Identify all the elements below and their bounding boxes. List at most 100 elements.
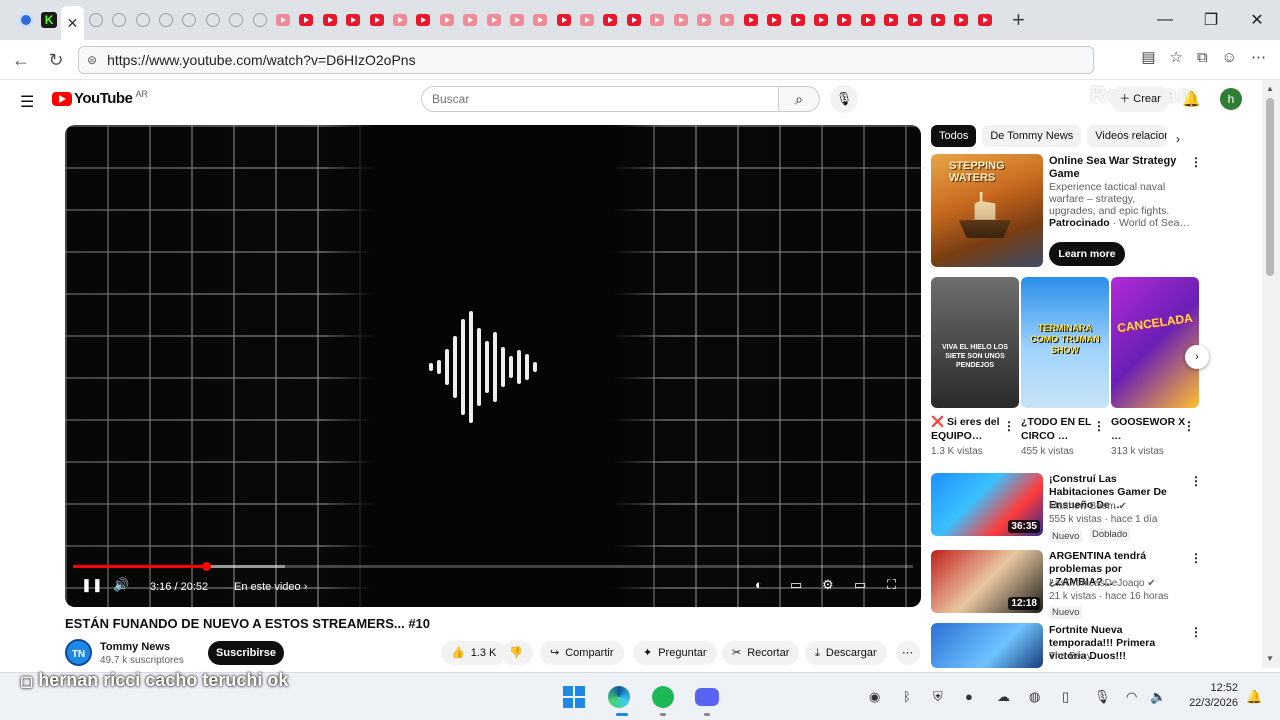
tab[interactable]	[716, 0, 739, 40]
ad-menu-icon[interactable]: ⋮	[1190, 155, 1202, 169]
video-channel[interactable]: LasCronicasDeJoaqo ✔	[1049, 578, 1156, 589]
edge-taskbar-button[interactable]	[605, 683, 633, 711]
reload-icon[interactable]: ↻	[45, 50, 67, 71]
discord-tray-icon[interactable]: ◍	[1029, 689, 1040, 705]
scroll-down-arrow-icon[interactable]: ▼	[1266, 654, 1274, 663]
tab[interactable]	[178, 0, 201, 40]
back-icon[interactable]: ←	[10, 50, 32, 71]
url-field[interactable]: ⊜ https://www.youtube.com/watch?v=D6HIzO…	[78, 46, 1094, 74]
system-clock[interactable]: 12:52 22/3/2026	[1180, 681, 1238, 711]
tab[interactable]	[108, 0, 131, 40]
tab[interactable]	[575, 0, 598, 40]
tab[interactable]	[950, 0, 973, 40]
channel-avatar[interactable]: TN	[65, 639, 92, 666]
video-thumbnail[interactable]: 36:35	[931, 473, 1043, 536]
video-menu-icon[interactable]: ⋮	[1190, 625, 1202, 639]
tab[interactable]	[388, 0, 411, 40]
fullscreen-icon[interactable]: ⛶	[887, 577, 896, 593]
tab[interactable]	[131, 0, 154, 40]
video-channel[interactable]: Matthew Beem ✔	[1049, 501, 1127, 512]
active-tab[interactable]: ✕	[60, 6, 85, 40]
short-title[interactable]: GOOSEWOR X …	[1111, 415, 1189, 443]
voice-search-button[interactable]: 🎙	[830, 85, 858, 113]
learn-more-button[interactable]: Learn more	[1049, 242, 1125, 266]
microphone-tray-icon[interactable]: 🎙	[1094, 689, 1111, 705]
avatar[interactable]: h	[1220, 88, 1242, 110]
tab[interactable]	[505, 0, 528, 40]
short-thumbnail[interactable]: TERMINARA COMO TRUMAN SHOW	[1021, 277, 1109, 408]
profile-icon[interactable]: ☺	[1222, 49, 1237, 66]
spotify-taskbar-button[interactable]	[649, 683, 677, 711]
spotify-tray-icon[interactable]: ●	[965, 689, 973, 704]
extensions-icon[interactable]: ⧉	[1197, 49, 1208, 66]
chapter-button[interactable]: En este video ›	[234, 581, 307, 593]
tab[interactable]	[669, 0, 692, 40]
tab[interactable]	[552, 0, 575, 40]
tab[interactable]	[833, 0, 856, 40]
notification-icon[interactable]: 🔔	[1246, 689, 1262, 705]
restore-button[interactable]: ❐	[1188, 0, 1234, 40]
notifications-bell-icon[interactable]: 🔔	[1182, 90, 1201, 108]
more-actions-button[interactable]: ⋯	[896, 641, 920, 665]
scroll-up-arrow-icon[interactable]: ▲	[1266, 84, 1274, 93]
security-icon[interactable]: ⛨	[933, 689, 943, 705]
tab[interactable]	[692, 0, 715, 40]
start-button[interactable]	[560, 683, 588, 711]
like-button[interactable]: 👍 1.3 K	[441, 641, 507, 665]
share-button[interactable]: ↪ Compartir	[540, 641, 624, 665]
usb-icon[interactable]: ▯	[1062, 689, 1069, 705]
tab[interactable]	[786, 0, 809, 40]
scrollbar-thumb[interactable]	[1266, 98, 1274, 276]
clip-button[interactable]: ✂ Recortar	[722, 641, 800, 665]
pause-icon[interactable]: ❚❚	[81, 577, 103, 593]
onedrive-icon[interactable]: ☁	[997, 689, 1010, 705]
tab[interactable]	[295, 0, 318, 40]
seek-bar[interactable]	[73, 562, 913, 571]
tab[interactable]	[482, 0, 505, 40]
short-menu-icon[interactable]: ⋮	[1183, 419, 1195, 433]
tab[interactable]	[622, 0, 645, 40]
scrubber-handle[interactable]	[201, 562, 211, 571]
tab[interactable]	[903, 0, 926, 40]
short-thumbnail[interactable]: CANCELADA	[1111, 277, 1199, 408]
video-thumbnail[interactable]	[931, 623, 1043, 668]
video-menu-icon[interactable]: ⋮	[1190, 474, 1202, 488]
tab[interactable]	[809, 0, 832, 40]
tab[interactable]	[365, 0, 388, 40]
tab[interactable]	[926, 0, 949, 40]
discord-taskbar-button[interactable]	[693, 683, 721, 711]
tab[interactable]	[435, 0, 458, 40]
download-button[interactable]: ⤓ Descargar	[805, 641, 887, 665]
tab[interactable]	[973, 0, 996, 40]
autoplay-toggle-icon[interactable]: ◐	[755, 577, 763, 592]
short-thumbnail[interactable]: VIVA EL HIELO LOS SIETE SON UNOS PENDEJO…	[931, 277, 1019, 408]
video-player[interactable]: ❚❚ 🔊 3:16 / 20:52 En este video › ◐ ▭ ⚙ …	[65, 125, 921, 607]
minimize-button[interactable]: —	[1142, 0, 1188, 40]
tab[interactable]	[201, 0, 224, 40]
volume-tray-icon[interactable]: 🔈	[1150, 689, 1166, 705]
site-info-icon[interactable]: ⊜	[87, 53, 97, 67]
new-tab-button[interactable]: +	[1004, 7, 1032, 33]
search-input[interactable]: Buscar	[421, 86, 779, 112]
wifi-icon[interactable]: ◠	[1126, 689, 1137, 705]
subtitles-icon[interactable]: ▭	[790, 577, 802, 593]
tab[interactable]	[248, 0, 271, 40]
video-channel[interactable]: The Beny	[1049, 651, 1092, 662]
youtube-logo[interactable]: YouTube AR	[52, 89, 148, 107]
create-button[interactable]: ＋ Crear	[1110, 86, 1170, 112]
page-scrollbar[interactable]: ▲ ▼	[1262, 80, 1280, 668]
short-title[interactable]: ¿TODO EN EL CIRCO …	[1021, 415, 1099, 443]
tab-restream[interactable]	[14, 0, 37, 40]
short-title[interactable]: ❌ Si eres del EQUIPO…	[931, 415, 1009, 443]
subscribe-button[interactable]: Suscribirse	[208, 641, 284, 665]
tab[interactable]	[646, 0, 669, 40]
short-menu-icon[interactable]: ⋮	[1003, 419, 1015, 433]
short-menu-icon[interactable]: ⋮	[1093, 419, 1105, 433]
tray-app-icon[interactable]: ◉	[869, 689, 880, 705]
video-menu-icon[interactable]: ⋮	[1190, 551, 1202, 565]
tab[interactable]	[84, 0, 107, 40]
close-tab-icon[interactable]: ✕	[67, 15, 79, 32]
search-button[interactable]: ⌕	[778, 86, 820, 112]
favorites-icon[interactable]: ☆	[1170, 48, 1183, 66]
ask-button[interactable]: ✦ Preguntar	[633, 641, 717, 665]
